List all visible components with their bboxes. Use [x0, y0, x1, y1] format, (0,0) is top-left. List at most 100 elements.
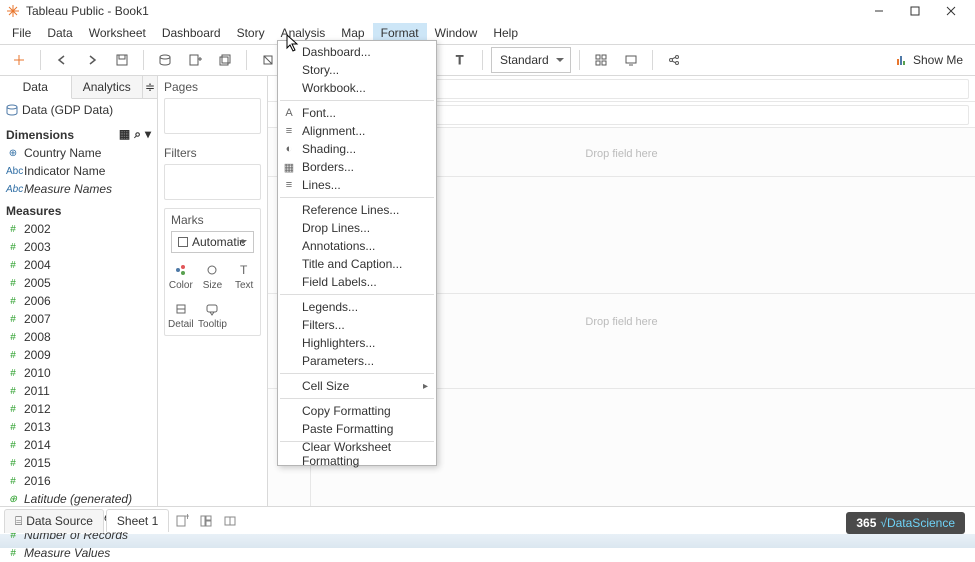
dimension-field[interactable]: AbcIndicator Name [4, 162, 153, 180]
datasource-item[interactable]: Data (GDP Data) [0, 99, 157, 121]
tab-analytics[interactable]: Analytics [72, 76, 144, 98]
format-menu-item[interactable]: Title and Caption... [278, 255, 436, 273]
menu-file[interactable]: File [4, 23, 39, 43]
dimension-field[interactable]: AbcMeasure Names [4, 180, 153, 198]
format-menu-item[interactable]: Annotations... [278, 237, 436, 255]
datasource-label: Data (GDP Data) [22, 103, 113, 117]
sheet-tabs: ⌸ Data Source Sheet 1 + [0, 506, 975, 534]
mark-text-button[interactable]: TText [228, 257, 260, 296]
measure-field[interactable]: #2009 [4, 346, 153, 364]
tableau-icon[interactable] [6, 47, 32, 73]
new-story-tab[interactable] [219, 510, 241, 532]
tooltip-icon [204, 301, 220, 317]
presentation-button[interactable] [618, 47, 644, 73]
measure-field[interactable]: #2010 [4, 364, 153, 382]
database-icon [6, 104, 18, 116]
dimensions-header: Dimensions ▦ ⌕ ▾ [0, 121, 157, 144]
title-bar: Tableau Public - Book1 [0, 0, 975, 22]
measure-field[interactable]: #2016 [4, 472, 153, 490]
new-worksheet-tab[interactable]: + [171, 510, 193, 532]
field-type-icon: # [6, 314, 20, 325]
measure-field[interactable]: #2008 [4, 328, 153, 346]
toolbar: T Standard Show Me [0, 44, 975, 76]
close-button[interactable] [933, 0, 969, 22]
menu-help[interactable]: Help [485, 23, 526, 43]
dropdown-icon[interactable]: ▾ [145, 127, 151, 142]
format-menu-item[interactable]: Parameters... [278, 352, 436, 370]
forward-button[interactable] [79, 47, 105, 73]
view-icon[interactable]: ▦ [119, 127, 130, 142]
field-type-icon: # [6, 548, 20, 559]
format-menu-item[interactable]: AFont... [278, 104, 436, 122]
show-cards-button[interactable] [588, 47, 614, 73]
menu-data[interactable]: Data [39, 23, 80, 43]
measure-field[interactable]: #2002 [4, 220, 153, 238]
format-menu-item[interactable]: Cell Size▸ [278, 377, 436, 395]
format-menu-item[interactable]: ◐Shading... [278, 140, 436, 158]
new-dashboard-tab[interactable] [195, 510, 217, 532]
mouse-cursor-icon [286, 34, 302, 54]
menu-dashboard[interactable]: Dashboard [154, 23, 229, 43]
format-menu-item[interactable]: Drop Lines... [278, 219, 436, 237]
measure-field[interactable]: #2004 [4, 256, 153, 274]
measure-field[interactable]: #2006 [4, 292, 153, 310]
format-menu-item[interactable]: Clear Worksheet Formatting [278, 445, 436, 463]
format-menu-item[interactable]: Field Labels... [278, 273, 436, 291]
format-menu-item[interactable]: ▦Borders... [278, 158, 436, 176]
measure-field[interactable]: #2012 [4, 400, 153, 418]
measures-header: Measures [0, 198, 157, 220]
labels-button[interactable]: T [448, 47, 474, 73]
back-button[interactable] [49, 47, 75, 73]
tab-datasource[interactable]: ⌸ Data Source [4, 509, 104, 533]
menu-bar: File Data Worksheet Dashboard Story Anal… [0, 22, 975, 44]
field-type-icon: Abc [6, 184, 20, 195]
filters-shelf[interactable] [164, 164, 261, 200]
format-menu-item[interactable]: ≡Lines... [278, 176, 436, 194]
duplicate-button[interactable] [212, 47, 238, 73]
maximize-button[interactable] [897, 0, 933, 22]
field-type-icon: # [6, 368, 20, 379]
format-menu-item[interactable]: ≡Alignment... [278, 122, 436, 140]
minimize-button[interactable] [861, 0, 897, 22]
new-datasource-button[interactable] [152, 47, 178, 73]
format-menu-item[interactable]: Story... [278, 61, 436, 79]
field-type-icon: # [6, 278, 20, 289]
menu-worksheet[interactable]: Worksheet [81, 23, 154, 43]
menu-story[interactable]: Story [229, 23, 273, 43]
format-menu-item[interactable]: Reference Lines... [278, 201, 436, 219]
format-menu-item[interactable]: Filters... [278, 316, 436, 334]
share-button[interactable] [661, 47, 687, 73]
format-menu-item[interactable]: Highlighters... [278, 334, 436, 352]
size-icon [204, 262, 220, 278]
save-button[interactable] [109, 47, 135, 73]
format-menu-item[interactable]: Copy Formatting [278, 402, 436, 420]
pages-shelf[interactable] [164, 98, 261, 134]
dimension-field[interactable]: ⊕Country Name [4, 144, 153, 162]
measure-field[interactable]: #2003 [4, 238, 153, 256]
measure-field[interactable]: #Measure Values [4, 544, 153, 562]
measure-field[interactable]: #2007 [4, 310, 153, 328]
measure-field[interactable]: #2005 [4, 274, 153, 292]
search-icon[interactable]: ⌕ [134, 127, 141, 142]
mark-detail-button[interactable]: Detail [165, 296, 197, 335]
field-type-icon: ⊕ [6, 148, 20, 159]
tab-sheet1[interactable]: Sheet 1 [106, 509, 169, 532]
format-menu-item[interactable]: Legends... [278, 298, 436, 316]
measure-field[interactable]: ⊕Latitude (generated) [4, 490, 153, 508]
new-worksheet-button[interactable] [182, 47, 208, 73]
pane-menu-icon[interactable]: ≑ [143, 76, 157, 98]
field-type-icon: # [6, 332, 20, 343]
measure-field[interactable]: #2013 [4, 418, 153, 436]
format-menu-item[interactable]: Workbook... [278, 79, 436, 97]
mark-color-button[interactable]: Color [165, 257, 197, 296]
mark-size-button[interactable]: Size [197, 257, 229, 296]
svg-text:T: T [456, 53, 464, 67]
fit-dropdown[interactable]: Standard [491, 47, 571, 73]
measure-field[interactable]: #2015 [4, 454, 153, 472]
tab-data[interactable]: Data [0, 76, 72, 99]
mark-tooltip-button[interactable]: Tooltip [197, 296, 229, 335]
measure-field[interactable]: #2014 [4, 436, 153, 454]
mark-type-dropdown[interactable]: Automatic [171, 231, 254, 253]
measure-field[interactable]: #2011 [4, 382, 153, 400]
show-me-button[interactable]: Show Me [889, 53, 969, 67]
